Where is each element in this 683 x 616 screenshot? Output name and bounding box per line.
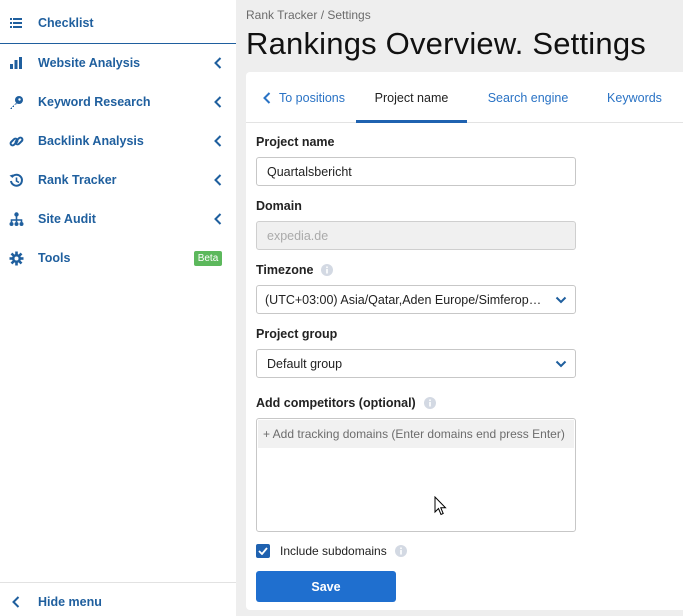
beta-badge: Beta (194, 251, 222, 266)
tab-project-name[interactable]: Project name (356, 72, 467, 123)
tab-label: Search engine (487, 90, 569, 105)
sidebar-item-site-audit[interactable]: Site Audit (0, 201, 236, 237)
key-icon (8, 94, 24, 110)
timezone-label-row: Timezone (256, 263, 334, 277)
link-icon (8, 133, 24, 149)
gear-icon (8, 250, 24, 266)
project-name-label: Project name (256, 135, 335, 149)
settings-card: To positions Project name Search engine … (246, 72, 683, 610)
sidebar-item-checklist[interactable]: Checklist (0, 5, 236, 41)
info-icon[interactable] (321, 264, 334, 276)
sidebar-divider (0, 43, 236, 44)
chevron-down-icon (555, 360, 567, 368)
include-subdomains-row: Include subdomains (280, 544, 407, 558)
sitemap-icon (8, 211, 24, 227)
include-subdomains-checkbox[interactable] (256, 544, 270, 558)
sidebar-item-label: Keyword Research (38, 95, 151, 109)
tab-bar: To positions Project name Search engine … (246, 72, 683, 123)
domain-input: expedia.de (256, 221, 576, 250)
tab-label: To positions (278, 90, 345, 105)
tab-back-to-positions[interactable]: To positions (254, 72, 354, 123)
bar-chart-icon (8, 55, 24, 71)
page-title: Rankings Overview. Settings (246, 26, 646, 61)
competitors-placeholder: + Add tracking domains (Enter domains en… (258, 420, 574, 448)
active-tab-indicator (356, 120, 467, 123)
chevron-left-icon (212, 212, 224, 226)
project-name-value: Quartalsbericht (267, 164, 352, 179)
include-subdomains-label: Include subdomains (280, 544, 387, 558)
timezone-select[interactable]: (UTC+03:00) Asia/Qatar,Aden Europe/Simfe… (256, 285, 576, 314)
save-button[interactable]: Save (256, 571, 396, 602)
sidebar-item-label: Rank Tracker (38, 173, 117, 187)
chevron-left-icon (212, 95, 224, 109)
sidebar-divider (0, 582, 236, 583)
sidebar-item-keyword-research[interactable]: Keyword Research (0, 84, 236, 120)
domain-label: Domain (256, 199, 302, 213)
breadcrumb: Rank Tracker / Settings (246, 8, 371, 22)
sidebar-item-backlink-analysis[interactable]: Backlink Analysis (0, 123, 236, 159)
chevron-left-icon (212, 134, 224, 148)
tab-search-engine[interactable]: Search engine (478, 72, 578, 123)
mouse-cursor-icon (434, 496, 447, 516)
sidebar: Checklist Website Analysis Keyword Resea… (0, 0, 236, 616)
sidebar-item-label: Checklist (38, 16, 94, 30)
sidebar-item-label: Site Audit (38, 212, 96, 226)
project-group-select[interactable]: Default group (256, 349, 576, 378)
info-icon[interactable] (394, 545, 407, 557)
info-icon[interactable] (423, 397, 436, 409)
timezone-label: Timezone (256, 263, 314, 277)
chevron-left-icon (8, 594, 24, 610)
tab-label: Project name (374, 90, 449, 105)
list-icon (8, 15, 24, 31)
chevron-left-icon (212, 173, 224, 187)
tab-label: Keywords (607, 90, 662, 105)
competitors-label: Add competitors (optional) (256, 396, 416, 410)
sidebar-item-label: Backlink Analysis (38, 134, 144, 148)
project-name-input[interactable]: Quartalsbericht (256, 157, 576, 186)
history-icon (8, 172, 24, 188)
sidebar-item-label: Website Analysis (38, 56, 141, 70)
chevron-left-icon (263, 91, 271, 104)
hide-menu-label: Hide menu (38, 595, 102, 609)
competitors-label-row: Add competitors (optional) (256, 396, 436, 410)
domain-value: expedia.de (267, 228, 329, 243)
project-group-label: Project group (256, 327, 338, 341)
checkmark-icon (258, 547, 268, 555)
sidebar-item-rank-tracker[interactable]: Rank Tracker (0, 162, 236, 198)
chevron-down-icon (555, 296, 567, 304)
competitors-textarea[interactable]: + Add tracking domains (Enter domains en… (256, 418, 576, 532)
chevron-left-icon (212, 56, 224, 70)
timezone-value: (UTC+03:00) Asia/Qatar,Aden Europe/Simfe… (265, 292, 547, 307)
hide-menu-button[interactable]: Hide menu (0, 584, 236, 616)
sidebar-item-label: Tools (38, 251, 71, 265)
tab-keywords[interactable]: Keywords (596, 72, 673, 123)
sidebar-item-website-analysis[interactable]: Website Analysis (0, 45, 236, 81)
project-group-value: Default group (267, 356, 343, 371)
